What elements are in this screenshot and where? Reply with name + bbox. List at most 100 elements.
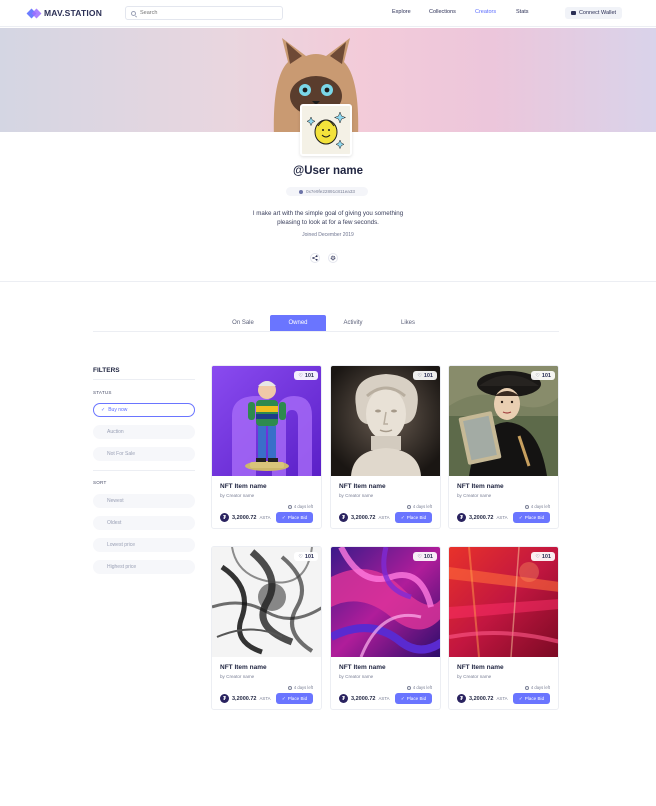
heart-icon: ♡ <box>535 372 540 379</box>
sort-label: SORT <box>93 480 107 485</box>
nft-image[interactable]: ♡ 101 <box>449 547 558 657</box>
status-label: STATUS <box>93 390 112 395</box>
nft-item-name[interactable]: NFT Item name <box>220 664 267 671</box>
nft-item-name[interactable]: NFT Item name <box>220 483 267 490</box>
share-icon <box>312 255 318 261</box>
connect-wallet-label: Connect Wallet <box>578 10 617 16</box>
place-bid-button[interactable]: ✓ Place Bid <box>276 693 313 704</box>
price-value: 3,2000.72 <box>469 695 494 702</box>
search-icon <box>131 10 136 16</box>
price-row: ₮ 3,2000.72 ASTA <box>339 513 390 522</box>
sort-highest-price-label: Highest price <box>107 564 137 570</box>
settings-button[interactable] <box>328 253 338 263</box>
nav-explore[interactable]: Explore <box>392 9 411 15</box>
tab-owned[interactable]: Owned <box>270 315 326 331</box>
sort-lowest-price[interactable]: Lowest price <box>93 538 195 552</box>
place-bid-button[interactable]: ✓ Place Bid <box>513 693 550 704</box>
nft-image[interactable]: ♡ 101 <box>212 366 321 476</box>
asta-token-icon: ₮ <box>457 513 466 522</box>
search-box[interactable] <box>125 6 283 20</box>
bio-line-2: pleasing to look at for a few seconds. <box>277 219 379 226</box>
sort-newest[interactable]: Newest <box>93 494 195 508</box>
nft-item-name[interactable]: NFT Item name <box>457 483 504 490</box>
price-value: 3,2000.72 <box>232 695 257 702</box>
search-input[interactable] <box>140 10 270 16</box>
days-left-text: 4 days left <box>412 685 432 690</box>
top-nav-bar: MAV.STATION Explore Collections Creators… <box>0 0 656 27</box>
price-row: ₮ 3,2000.72 ASTA <box>457 694 508 703</box>
like-count-badge[interactable]: ♡ 101 <box>531 371 555 380</box>
share-button[interactable] <box>310 253 320 263</box>
nft-creator[interactable]: by Creator name <box>339 674 373 679</box>
nft-image[interactable]: ♡ 101 <box>449 366 558 476</box>
nft-image[interactable]: ♡ 101 <box>331 547 440 657</box>
place-bid-label: Place Bid <box>406 696 427 701</box>
days-left: 4 days left <box>524 504 550 509</box>
like-count-badge[interactable]: ♡ 101 <box>294 552 318 561</box>
nav-collections[interactable]: Collections <box>429 9 456 15</box>
nft-card[interactable]: ♡ 101 NFT Item name by Creator name 4 day… <box>448 546 559 710</box>
nav-creators[interactable]: Creators <box>475 9 496 15</box>
nft-item-name[interactable]: NFT Item name <box>457 664 504 671</box>
days-left: 4 days left <box>524 685 550 690</box>
nft-image[interactable]: ♡ 101 <box>331 366 440 476</box>
asta-token-icon: ₮ <box>220 694 229 703</box>
section-divider <box>0 281 656 282</box>
clock-icon <box>524 685 529 690</box>
nft-card[interactable]: ♡ 101 NFT Item name by Creator name 4 day… <box>211 365 322 529</box>
check-icon: ✓ <box>518 514 523 520</box>
connect-wallet-button[interactable]: Connect Wallet <box>565 7 622 19</box>
nft-creator[interactable]: by Creator name <box>220 674 254 679</box>
like-count-badge[interactable]: ♡ 101 <box>413 552 437 561</box>
nav-stats[interactable]: Stats <box>516 9 529 15</box>
place-bid-button[interactable]: ✓ Place Bid <box>395 512 432 523</box>
sort-highest-price[interactable]: Highest price <box>93 560 195 574</box>
filters-divider <box>93 379 195 380</box>
like-count-badge[interactable]: ♡ 101 <box>531 552 555 561</box>
nft-item-name[interactable]: NFT Item name <box>339 483 386 490</box>
tab-on-sale[interactable]: On Sale <box>224 315 262 331</box>
like-count-badge[interactable]: ♡ 101 <box>413 371 437 380</box>
profile-bio: I make art with the simple goal of givin… <box>0 209 656 227</box>
place-bid-button[interactable]: ✓ Place Bid <box>513 512 550 523</box>
nft-card[interactable]: ♡ 101 NFT Item name by Creator name 4 day… <box>448 365 559 529</box>
heart-icon: ♡ <box>298 553 303 560</box>
place-bid-button[interactable]: ✓ Place Bid <box>276 512 313 523</box>
sort-oldest[interactable]: Oldest <box>93 516 195 530</box>
nft-creator[interactable]: by Creator name <box>457 674 491 679</box>
avatar-image <box>302 106 350 154</box>
fluid-artwork <box>331 547 440 657</box>
tab-activity[interactable]: Activity <box>334 315 372 331</box>
nft-creator[interactable]: by Creator name <box>457 493 491 498</box>
nft-card[interactable]: ♡ 101 NFT Item name by Creator name 4 day… <box>211 546 322 710</box>
like-count: 101 <box>304 553 314 560</box>
filter-buy-now[interactable]: ✓ Buy now <box>93 403 195 417</box>
joined-date: Joined December 2019 <box>302 232 354 238</box>
place-bid-button[interactable]: ✓ Place Bid <box>395 693 432 704</box>
nft-card[interactable]: ♡ 101 NFT Item name by Creator name 4 day… <box>330 365 441 529</box>
gear-icon <box>330 255 336 261</box>
nft-item-name[interactable]: NFT Item name <box>339 664 386 671</box>
days-left: 4 days left <box>406 685 432 690</box>
check-icon: ✓ <box>101 407 106 413</box>
heart-icon: ♡ <box>535 553 540 560</box>
price-unit: ASTA <box>496 515 508 520</box>
profile-avatar <box>300 104 352 156</box>
like-count: 101 <box>304 372 314 379</box>
filter-auction[interactable]: Auction <box>93 425 195 439</box>
filter-divider <box>93 470 195 471</box>
like-count-badge[interactable]: ♡ 101 <box>294 371 318 380</box>
nft-creator[interactable]: by Creator name <box>339 493 373 498</box>
filter-not-for-sale[interactable]: Not For Sale <box>93 447 195 461</box>
nft-creator[interactable]: by Creator name <box>220 493 254 498</box>
logo[interactable]: MAV.STATION <box>28 7 102 19</box>
nft-image[interactable]: ♡ 101 <box>212 547 321 657</box>
nft-card[interactable]: ♡ 101 NFT Item name by Creator name 4 day… <box>330 546 441 710</box>
wallet-address-badge[interactable]: 0x7e9fe22891c811ea33 <box>286 187 368 196</box>
tab-likes[interactable]: Likes <box>389 315 427 331</box>
painting-artwork <box>449 366 558 476</box>
price-unit: ASTA <box>259 696 271 701</box>
asta-token-icon: ₮ <box>339 513 348 522</box>
profile-tabs: On Sale Owned Activity Likes <box>93 315 559 332</box>
place-bid-label: Place Bid <box>524 696 545 701</box>
